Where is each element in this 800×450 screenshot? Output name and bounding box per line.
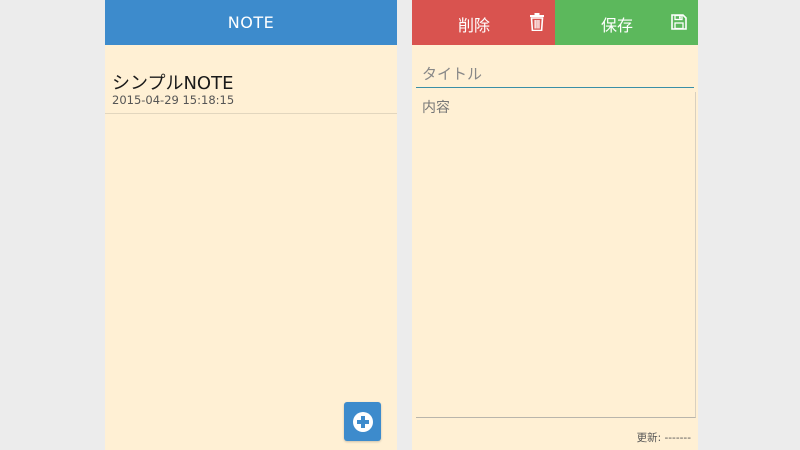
content-textarea[interactable] [416, 92, 696, 418]
delete-button[interactable]: 削除 [412, 0, 555, 45]
updated-status: 更新: ------- [636, 432, 691, 444]
note-list-item[interactable]: シンプルNOTE 2015-04-29 15:18:15 [105, 62, 397, 114]
note-list-screen: NOTE シンプルNOTE 2015-04-29 15:18:15 [105, 0, 397, 450]
note-edit-screen: 削除 保存 タイトル 内容 更新: ------- [412, 0, 698, 450]
edit-toolbar: 削除 保存 [412, 0, 698, 45]
add-note-button[interactable] [344, 402, 381, 441]
save-button-label: 保存 [601, 16, 634, 35]
floppy-disk-icon [671, 14, 687, 30]
note-date: 2015-04-29 15:18:15 [112, 93, 235, 107]
trash-icon [530, 13, 544, 31]
note-title: シンプルNOTE [112, 73, 234, 94]
title-input[interactable] [416, 60, 694, 88]
screenshot-stage: NOTE シンプルNOTE 2015-04-29 15:18:15 削除 保存 … [0, 0, 800, 450]
save-button[interactable]: 保存 [555, 0, 698, 45]
app-title: NOTE [227, 13, 275, 32]
delete-button-label: 削除 [458, 16, 491, 35]
plus-circle-icon [352, 411, 373, 432]
app-header: NOTE [105, 0, 397, 45]
